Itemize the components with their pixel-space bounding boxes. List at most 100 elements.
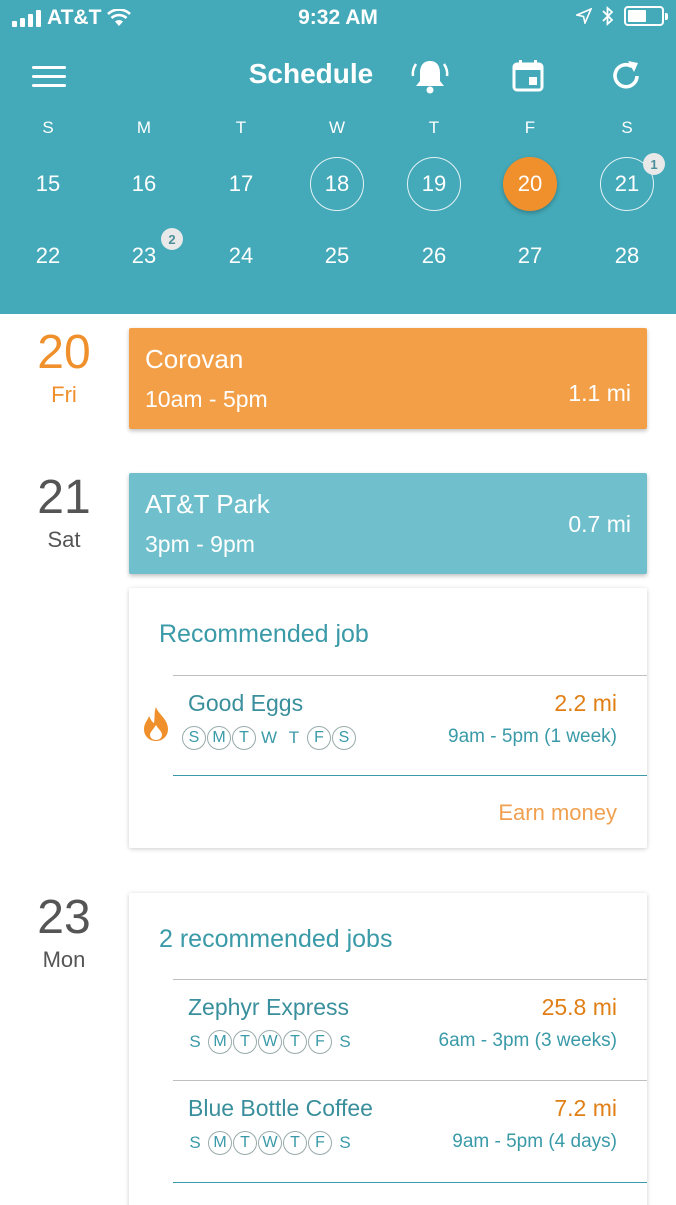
calendar-date[interactable]: 15 [18,159,78,209]
status-right [576,6,668,26]
weekday-label: T [428,118,440,137]
shift-time: 10am - 5pm [145,386,268,412]
date-badge: 1 [643,153,665,175]
job-hours: 6am - 3pm (3 weeks) [438,1030,617,1051]
recommended-job-card: Recommended job Good Eggs 2.2 mi S M T W… [129,588,647,848]
earn-money-button[interactable]: Earn money [498,800,617,826]
calendar-date[interactable]: 17 [211,159,271,209]
day-label-20: 20 Fri [14,325,114,408]
job-good-eggs[interactable]: Good Eggs 2.2 mi S M T W T F S 9am - 5pm… [173,676,647,776]
day-name: Sat [47,527,81,552]
calendar-date[interactable]: 16 [114,159,174,209]
job-name: Good Eggs [188,690,304,716]
day-label-23: 23 Mon [14,890,114,973]
job-days: S M T W T F S [183,1131,357,1155]
day-number: 21 [37,471,91,524]
day-indicator: M [207,726,231,750]
day-number: 23 [37,891,91,944]
calendar-week-2: 22 23 2 24 25 26 27 28 [0,228,676,281]
battery-icon [624,6,668,26]
shift-name: Corovan [145,344,244,374]
day-indicator: S [189,1032,201,1051]
job-distance: 7.2 mi [554,1095,617,1121]
weekday-label: T [235,118,247,137]
weekday-label: S [621,118,633,137]
calendar-date[interactable]: 28 [597,231,657,281]
day-indicator: T [233,1131,257,1155]
day-indicator: F [308,1030,332,1054]
job-days: S M T W T F S [183,1030,357,1054]
day-indicator: M [208,1131,232,1155]
weekday-label: M [136,118,152,137]
job-name: Blue Bottle Coffee [188,1095,373,1121]
shift-distance: 0.7 mi [568,511,631,537]
weekday-label: W [328,118,346,137]
day-indicator: S [332,726,356,750]
bluetooth-icon [602,6,614,26]
shift-time: 3pm - 9pm [145,531,255,557]
calendar-date-selected[interactable]: 20 [500,157,560,211]
day-indicator: F [308,1131,332,1155]
divider [173,775,647,776]
day-indicator: T [233,1030,257,1054]
calendar-date[interactable]: 23 2 [114,228,183,281]
job-blue-bottle-coffee[interactable]: Blue Bottle Coffee 7.2 mi S M T W T F S … [173,1081,647,1181]
weekday-header: S M T W T F S [0,103,676,153]
day-indicator: W [258,1030,282,1054]
recommended-jobs-card: 2 recommended jobs Zephyr Express 25.8 m… [129,893,647,1205]
day-label-21: 21 Sat [14,470,114,553]
calendar-date[interactable]: 26 [404,231,464,281]
day-number: 20 [37,326,91,379]
day-indicator: F [307,726,331,750]
page-title: Schedule [248,58,374,89]
location-arrow-icon [576,8,592,24]
day-indicator: M [208,1030,232,1054]
job-distance: 25.8 mi [541,994,617,1020]
day-indicator: T [232,726,256,750]
job-zephyr-express[interactable]: Zephyr Express 25.8 mi S M T W T F S 6am… [173,980,647,1080]
day-indicator: T [283,1131,307,1155]
calendar-icon[interactable] [506,54,550,98]
job-name: Zephyr Express [188,994,350,1020]
calendar-date[interactable]: 22 [18,231,78,281]
day-indicator: T [288,728,300,747]
day-name: Fri [51,382,77,407]
day-indicator: W [258,1131,282,1155]
day-indicator: S [339,1133,351,1152]
weekday-label: F [524,118,536,137]
day-indicator: S [339,1032,351,1051]
day-indicator: W [260,728,278,747]
job-days: S M T W T F S [182,726,356,750]
calendar-date[interactable]: 21 1 [597,153,665,211]
job-distance: 2.2 mi [554,690,617,716]
day-indicator: T [283,1030,307,1054]
recommended-title: 2 recommended jobs [159,925,393,953]
shift-card-corovan[interactable]: Corovan 10am - 5pm 1.1 mi [129,328,647,429]
weekday-label: S [42,118,54,137]
recommended-title: Recommended job [159,620,369,648]
alarm-bell-icon[interactable] [408,54,452,98]
job-hours: 9am - 5pm (4 days) [452,1131,617,1152]
calendar-date[interactable]: 24 [211,231,271,281]
refresh-icon[interactable] [604,54,648,98]
calendar-week-1: 15 16 17 18 19 20 21 1 [0,153,676,211]
calendar-date[interactable]: 18 [307,157,367,211]
status-time: 9:32 AM [298,6,378,29]
status-bar: AT&T 9:32 AM [0,0,676,40]
calendar-date[interactable]: 25 [307,231,367,281]
shift-card-att-park[interactable]: AT&T Park 3pm - 9pm 0.7 mi [129,473,647,574]
header: AT&T 9:32 AM Schedule S M T W T F S 15 1… [0,0,676,314]
day-indicator: S [189,1133,201,1152]
divider [173,1182,647,1183]
job-hours: 9am - 5pm (1 week) [448,726,617,747]
menu-icon[interactable] [32,64,66,88]
shift-distance: 1.1 mi [568,380,631,406]
date-badge: 2 [161,228,183,250]
calendar-date[interactable]: 19 [404,157,464,211]
calendar-date[interactable]: 27 [500,231,560,281]
day-name: Mon [42,947,86,972]
fire-icon [144,707,168,741]
shift-name: AT&T Park [145,489,270,519]
day-indicator: S [182,726,206,750]
toolbar: Schedule [0,50,676,102]
